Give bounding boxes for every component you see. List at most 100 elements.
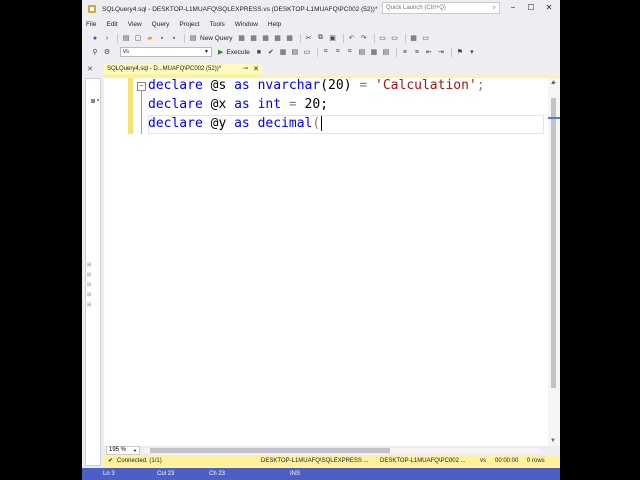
query-status-bar: ✔ Connected. (1/1) DESKTOP-L1MUAFQ\SQLEX… (104, 455, 560, 467)
query-editor[interactable]: − declare @s as nvarchar(20) = 'Calculat… (104, 78, 560, 446)
include-plan-icon[interactable]: ⌗ (321, 47, 331, 57)
zoom-dropdown[interactable]: 195 % ▼ (106, 446, 140, 455)
cut-icon[interactable]: ✂ (304, 33, 314, 43)
quick-launch-input[interactable]: Quick Launch (Ctrl+Q) ⌕ (382, 2, 500, 14)
operator: = (359, 78, 368, 93)
query-icon[interactable]: ▦ (237, 33, 247, 43)
save-icon[interactable]: ▪ (157, 33, 167, 43)
close-tab-icon[interactable]: ✕ (253, 64, 259, 75)
menu-query[interactable]: Query (152, 21, 170, 28)
split-editor-icon[interactable]: + (548, 78, 560, 88)
close-panel-icon[interactable]: ✕ (87, 65, 93, 73)
new-query-icon[interactable]: ▤ (188, 33, 198, 43)
object-explorer-panel[interactable]: ⊞ ⊞ ⊞ ⊞ ⊞ (85, 78, 101, 466)
close-window-button[interactable]: ✕ (542, 2, 556, 15)
uncomment-icon[interactable]: ≡ (412, 47, 422, 57)
sql-editor-toolbar: ⚲ ⚙ vs ▼ ▶ Execute ■ ✔ ▦ ▤ ▭ ⌗ ⌗ ⌗ ▤ ▦ ▤… (82, 45, 560, 59)
svg-text:⊞: ⊞ (87, 292, 91, 298)
new-project-icon[interactable]: ▤ (121, 33, 131, 43)
line-number: Ln 3 (103, 471, 115, 477)
pin-icon[interactable]: ⊸ (243, 64, 248, 75)
execute-label: Execute (226, 48, 250, 56)
toolbar-icon[interactable]: ▭ (302, 47, 312, 57)
new-file-icon[interactable]: ▢ (133, 33, 143, 43)
copy-icon[interactable]: ⧉ (316, 33, 326, 43)
code-text: (20) (320, 78, 360, 93)
results-file-icon[interactable]: ▤ (381, 47, 391, 57)
scrollbar-thumb[interactable] (551, 98, 556, 388)
scrollbar-thumb[interactable] (150, 448, 390, 453)
horizontal-scrollbar[interactable] (144, 448, 540, 453)
paste-icon[interactable]: ▣ (328, 33, 338, 43)
variable: @y (202, 116, 235, 131)
menu-tools[interactable]: Tools (210, 21, 225, 28)
type-keyword: int (249, 97, 282, 112)
query-icon[interactable]: ▦ (273, 33, 283, 43)
redo-icon[interactable]: ↷ (359, 33, 369, 43)
stop-icon[interactable]: ■ (254, 47, 264, 57)
query-designer-icon[interactable]: ▤ (290, 47, 300, 57)
toolbar-icon[interactable]: ▭ (378, 33, 388, 43)
title-bar: SQLQuery4.sql - DESKTOP-L1MUAFQ\SQLEXPRE… (82, 0, 560, 18)
query-icon[interactable]: ▦ (249, 33, 259, 43)
chevron-down-icon: ▼ (133, 448, 137, 453)
toolbar-icon[interactable]: ▭ (390, 33, 400, 43)
open-file-icon[interactable]: ▰ (145, 33, 155, 43)
toolbar-separator (450, 47, 452, 57)
ssms-app-icon (86, 3, 98, 15)
keyword: as (234, 116, 250, 131)
live-stats-icon[interactable]: ⌗ (333, 47, 343, 57)
svg-text:⊞: ⊞ (87, 272, 91, 278)
menu-project[interactable]: Project (179, 21, 199, 28)
results-text-icon[interactable]: ▤ (357, 47, 367, 57)
menu-edit[interactable]: Edit (106, 21, 117, 28)
type-keyword: nvarchar (249, 78, 321, 93)
query-icon[interactable]: ▦ (261, 33, 271, 43)
toolbar-icon[interactable]: ▭ (421, 33, 431, 43)
outline-guide (141, 90, 142, 134)
results-grid-icon[interactable]: ▦ (369, 47, 379, 57)
menu-file[interactable]: File (86, 21, 96, 28)
semicolon: ; (476, 78, 485, 93)
toolbar-separator (373, 33, 375, 43)
save-all-icon[interactable]: ▪ (169, 33, 179, 43)
keyword: as (234, 78, 250, 93)
change-connection-icon[interactable]: ⚙ (102, 47, 112, 57)
code-line-3: declare @y as decimal( (148, 115, 323, 133)
database-select[interactable]: vs ▼ (120, 47, 212, 57)
client-stats-icon[interactable]: ⌗ (345, 47, 355, 57)
menu-help[interactable]: Help (268, 21, 281, 28)
forward-icon[interactable]: › (102, 33, 112, 43)
keyword: declare (148, 78, 203, 93)
toolbar-separator (117, 33, 118, 43)
connect-icon[interactable]: ⚲ (90, 47, 100, 57)
minimize-button[interactable]: − (506, 2, 520, 15)
new-query-button[interactable]: New Query (200, 35, 233, 42)
outdent-icon[interactable]: ⇤ (424, 47, 434, 57)
menu-view[interactable]: View (128, 21, 142, 28)
indent-icon[interactable]: ⇥ (436, 47, 446, 57)
back-icon[interactable]: ● (90, 33, 100, 43)
database-select-value: vs (123, 49, 129, 55)
menu-bar: File Edit View Query Project Tools Windo… (82, 18, 560, 31)
scroll-down-icon[interactable]: ▼ (550, 438, 556, 444)
menu-window[interactable]: Window (235, 21, 258, 28)
tab-sqlquery4[interactable]: SQLQuery4.sql - D...MUAFQ\PC002 (52))* ⊸… (104, 64, 262, 76)
comment-icon[interactable]: ≡ (400, 47, 410, 57)
display-plan-icon[interactable]: ▦ (278, 47, 288, 57)
maximize-button[interactable]: ☐ (524, 2, 538, 15)
specify-values-icon[interactable]: ⚑ (455, 47, 465, 57)
vertical-scrollbar[interactable]: ▲ ▼ (548, 78, 560, 446)
char-number: Ch 23 (209, 471, 226, 477)
parse-check-icon[interactable]: ✔ (266, 47, 276, 57)
variable: @x (202, 97, 235, 112)
search-icon: ⌕ (492, 5, 496, 11)
query-icon[interactable]: ▦ (285, 33, 295, 43)
ssms-window: SQLQuery4.sql - DESKTOP-L1MUAFQ\SQLEXPRE… (82, 0, 560, 480)
toolbar-options-icon[interactable]: ▾ (467, 47, 477, 57)
execute-button[interactable]: ▶ Execute (218, 48, 250, 57)
solution-icon[interactable]: ▦ (409, 33, 419, 43)
server-name: DESKTOP-L1MUAFQ\SQLEXPRESS ... (261, 458, 369, 464)
undo-icon[interactable]: ↶ (347, 33, 357, 43)
change-tracking-margin (128, 78, 133, 138)
